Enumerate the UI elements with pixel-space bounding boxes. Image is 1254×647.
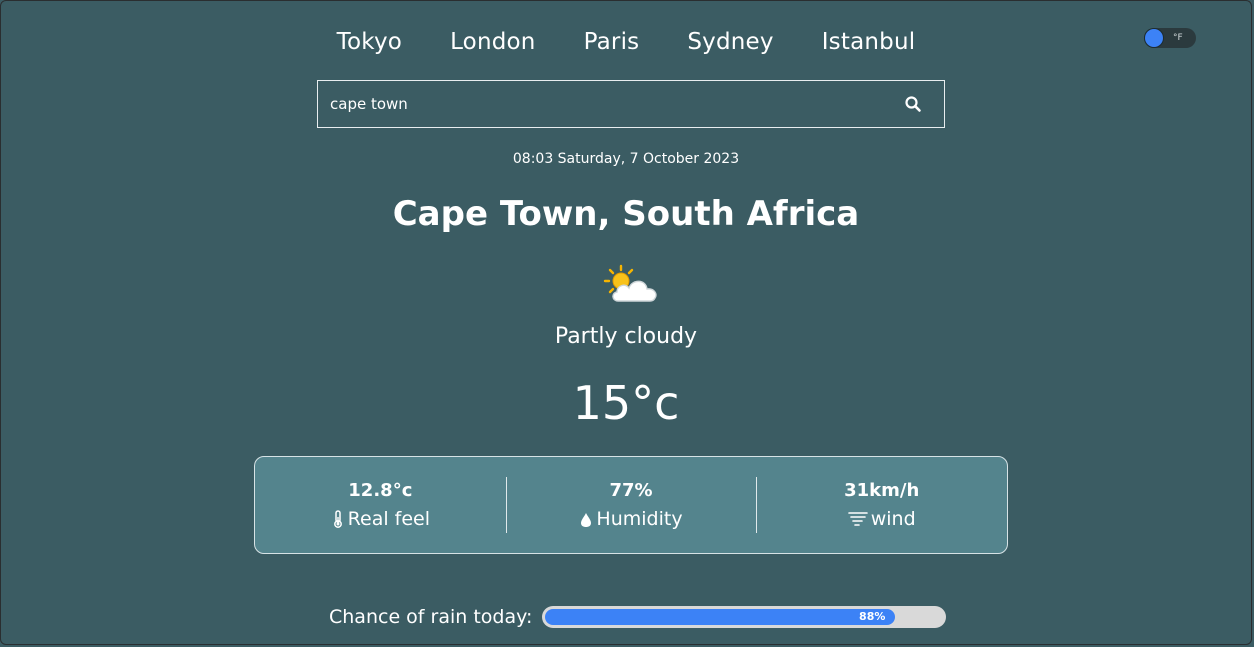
- search-icon[interactable]: [904, 95, 922, 113]
- city-link-paris[interactable]: Paris: [584, 27, 640, 57]
- city-link-sydney[interactable]: Sydney: [687, 27, 773, 57]
- unit-toggle-label: °F: [1173, 33, 1183, 43]
- tornado-icon: [847, 510, 868, 528]
- current-temperature: 15°c: [572, 376, 680, 430]
- app-frame: Tokyo London Paris Sydney Istanbul °F 08…: [0, 0, 1252, 645]
- humidity-label: Humidity: [596, 508, 683, 530]
- search-bar: [317, 80, 945, 128]
- stat-real-feel: 12.8°c Real feel: [255, 457, 506, 553]
- stat-wind: 31km/h wind: [756, 457, 1007, 553]
- unit-toggle[interactable]: °F: [1144, 28, 1196, 48]
- stat-humidity: 77% Humidity: [505, 457, 757, 553]
- rain-percent: 88%: [859, 610, 886, 623]
- wind-label: wind: [870, 508, 916, 530]
- city-link-tokyo[interactable]: Tokyo: [337, 27, 402, 57]
- city-nav: Tokyo London Paris Sydney Istanbul: [1, 27, 1251, 57]
- local-datetime: 08:03 Saturday, 7 October 2023: [512, 151, 740, 167]
- location-title: Cape Town, South Africa: [392, 194, 860, 234]
- weather-stats-panel: 12.8°c Real feel 77% Humidity 31km/h win…: [254, 456, 1008, 554]
- rain-progress-bar: 88%: [542, 606, 947, 628]
- droplet-icon: [579, 510, 593, 528]
- thermometer-icon: [331, 510, 345, 528]
- rain-chance-row: Chance of rain today: 88%: [329, 604, 947, 630]
- rain-chance-label: Chance of rain today:: [329, 606, 533, 628]
- real-feel-value: 12.8°c: [348, 480, 413, 501]
- city-link-london[interactable]: London: [450, 27, 536, 57]
- rain-progress-fill: 88%: [545, 609, 896, 625]
- humidity-value: 77%: [609, 480, 653, 501]
- toggle-knob: [1145, 29, 1163, 47]
- real-feel-label: Real feel: [347, 508, 431, 530]
- search-input[interactable]: [330, 81, 870, 127]
- weather-condition: Partly cloudy: [554, 324, 698, 349]
- city-link-istanbul[interactable]: Istanbul: [822, 27, 916, 57]
- wind-value: 31km/h: [844, 480, 920, 501]
- partly-cloudy-icon: [602, 263, 660, 307]
